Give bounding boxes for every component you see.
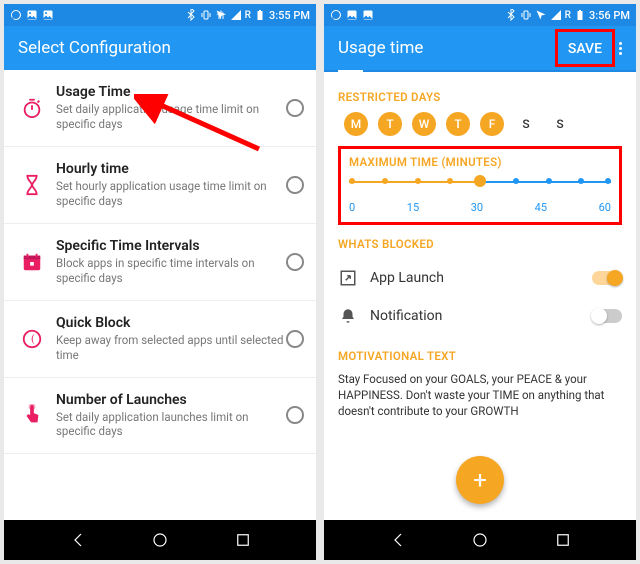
day-sat[interactable]: S [514, 112, 538, 136]
page-title: Select Configuration [18, 38, 302, 58]
row-title: Usage Time [56, 84, 286, 100]
section-motivational: MOTIVATIONAL TEXT [338, 349, 622, 363]
day-picker: M T W T F S S [338, 112, 622, 136]
slider-label: 45 [535, 201, 547, 214]
blocked-notification: Notification [338, 297, 622, 335]
bluetooth-icon [505, 9, 517, 21]
bell-icon [339, 307, 357, 325]
row-title: Specific Time Intervals [56, 238, 286, 254]
whatsapp-icon [330, 9, 342, 21]
fab-add[interactable]: + [456, 456, 504, 504]
nav-home[interactable] [471, 531, 489, 549]
toggle-notification[interactable] [592, 309, 622, 323]
row-title: Quick Block [56, 315, 286, 331]
image-icon-2 [362, 9, 374, 21]
blocked-label: Notification [358, 308, 592, 324]
hourglass-icon [21, 174, 43, 196]
location-icon [535, 9, 547, 21]
row-quick-block[interactable]: Quick Block Keep away from selected apps… [4, 301, 316, 378]
row-sub: Block apps in specific time intervals on… [56, 256, 286, 286]
radio[interactable] [286, 99, 304, 117]
radio[interactable] [286, 176, 304, 194]
save-button[interactable]: SAVE [568, 41, 602, 57]
day-tue[interactable]: T [378, 112, 402, 136]
image-icon [26, 9, 38, 21]
slider-label: 30 [471, 201, 483, 214]
vibrate-icon [520, 9, 532, 21]
nav-bar [324, 520, 636, 560]
section-restricted-days: RESTRICTED DAYS [338, 90, 622, 104]
annotation-box-slider: MAXIMUM TIME (MINUTES) 0 15 30 45 60 [338, 146, 622, 225]
day-sun[interactable]: S [548, 112, 572, 136]
nav-recent[interactable] [554, 531, 572, 549]
status-bar: R 3:56 PM [324, 4, 636, 26]
row-sub: Set daily application usage time limit o… [56, 102, 286, 132]
row-sub: Keep away from selected apps until selec… [56, 333, 286, 363]
nav-recent[interactable] [234, 531, 252, 549]
time-slider[interactable] [349, 173, 611, 197]
slider-labels: 0 15 30 45 60 [349, 201, 611, 214]
row-title: Hourly time [56, 161, 286, 177]
row-hourly-time[interactable]: Hourly time Set hourly application usage… [4, 147, 316, 224]
section-max-time: MAXIMUM TIME (MINUTES) [349, 155, 611, 169]
nav-back[interactable] [389, 531, 407, 549]
status-bar: R 3:55 PM [4, 4, 316, 26]
row-title: Number of Launches [56, 392, 286, 408]
calendar-icon [21, 251, 43, 273]
overflow-menu-icon[interactable] [619, 42, 622, 55]
battery-icon [254, 9, 266, 21]
launch-icon [339, 269, 357, 287]
day-fri[interactable]: F [480, 112, 504, 136]
row-number-launches[interactable]: Number of Launches Set daily application… [4, 378, 316, 455]
carrier-label: R [245, 10, 251, 21]
slider-label: 0 [349, 201, 355, 214]
fab-icon: + [473, 466, 487, 494]
page-title: Usage time [338, 38, 555, 58]
slider-label: 60 [599, 201, 611, 214]
usage-time-form: RESTRICTED DAYS M T W T F S S MAXIMUM TI… [324, 72, 636, 520]
status-clock: 3:56 PM [589, 9, 630, 22]
moon-icon [21, 328, 43, 350]
battery-icon [574, 9, 586, 21]
phone-left: R 3:55 PM Select Configuration Usage Tim… [4, 4, 316, 560]
status-clock: 3:55 PM [269, 9, 310, 22]
radio[interactable] [286, 406, 304, 424]
radio[interactable] [286, 330, 304, 348]
touch-icon [21, 404, 43, 426]
app-bar-right: Usage time SAVE [324, 26, 636, 70]
image-icon [346, 9, 358, 21]
location-icon [215, 9, 227, 21]
row-specific-intervals[interactable]: Specific Time Intervals Block apps in sp… [4, 224, 316, 301]
carrier-label: R [565, 10, 571, 21]
whatsapp-icon [10, 9, 22, 21]
config-list: Usage Time Set daily application usage t… [4, 70, 316, 520]
stopwatch-icon [21, 97, 43, 119]
vibrate-icon [200, 9, 212, 21]
section-whats-blocked: WHATS BLOCKED [338, 237, 622, 251]
blocked-app-launch: App Launch [338, 259, 622, 297]
phone-right: R 3:56 PM Usage time SAVE RESTRICTED DAY… [324, 4, 636, 560]
row-usage-time[interactable]: Usage Time Set daily application usage t… [4, 70, 316, 147]
radio[interactable] [286, 253, 304, 271]
nav-back[interactable] [69, 531, 87, 549]
motivational-text[interactable]: Stay Focused on your GOALS, your PEACE &… [338, 371, 622, 419]
day-thu[interactable]: T [446, 112, 470, 136]
bluetooth-icon [185, 9, 197, 21]
annotation-box-save: SAVE [555, 29, 615, 67]
signal-icon [550, 9, 562, 21]
toggle-app-launch[interactable] [592, 271, 622, 285]
signal-icon [230, 9, 242, 21]
slider-label: 15 [407, 201, 419, 214]
image-icon-2 [42, 9, 54, 21]
app-bar-left: Select Configuration [4, 26, 316, 70]
row-sub: Set daily application launches limit on … [56, 410, 286, 440]
day-wed[interactable]: W [412, 112, 436, 136]
day-mon[interactable]: M [344, 112, 368, 136]
blocked-label: App Launch [358, 270, 592, 286]
nav-bar [4, 520, 316, 560]
row-sub: Set hourly application usage time limit … [56, 179, 286, 209]
nav-home[interactable] [151, 531, 169, 549]
slider-thumb[interactable] [474, 175, 486, 187]
